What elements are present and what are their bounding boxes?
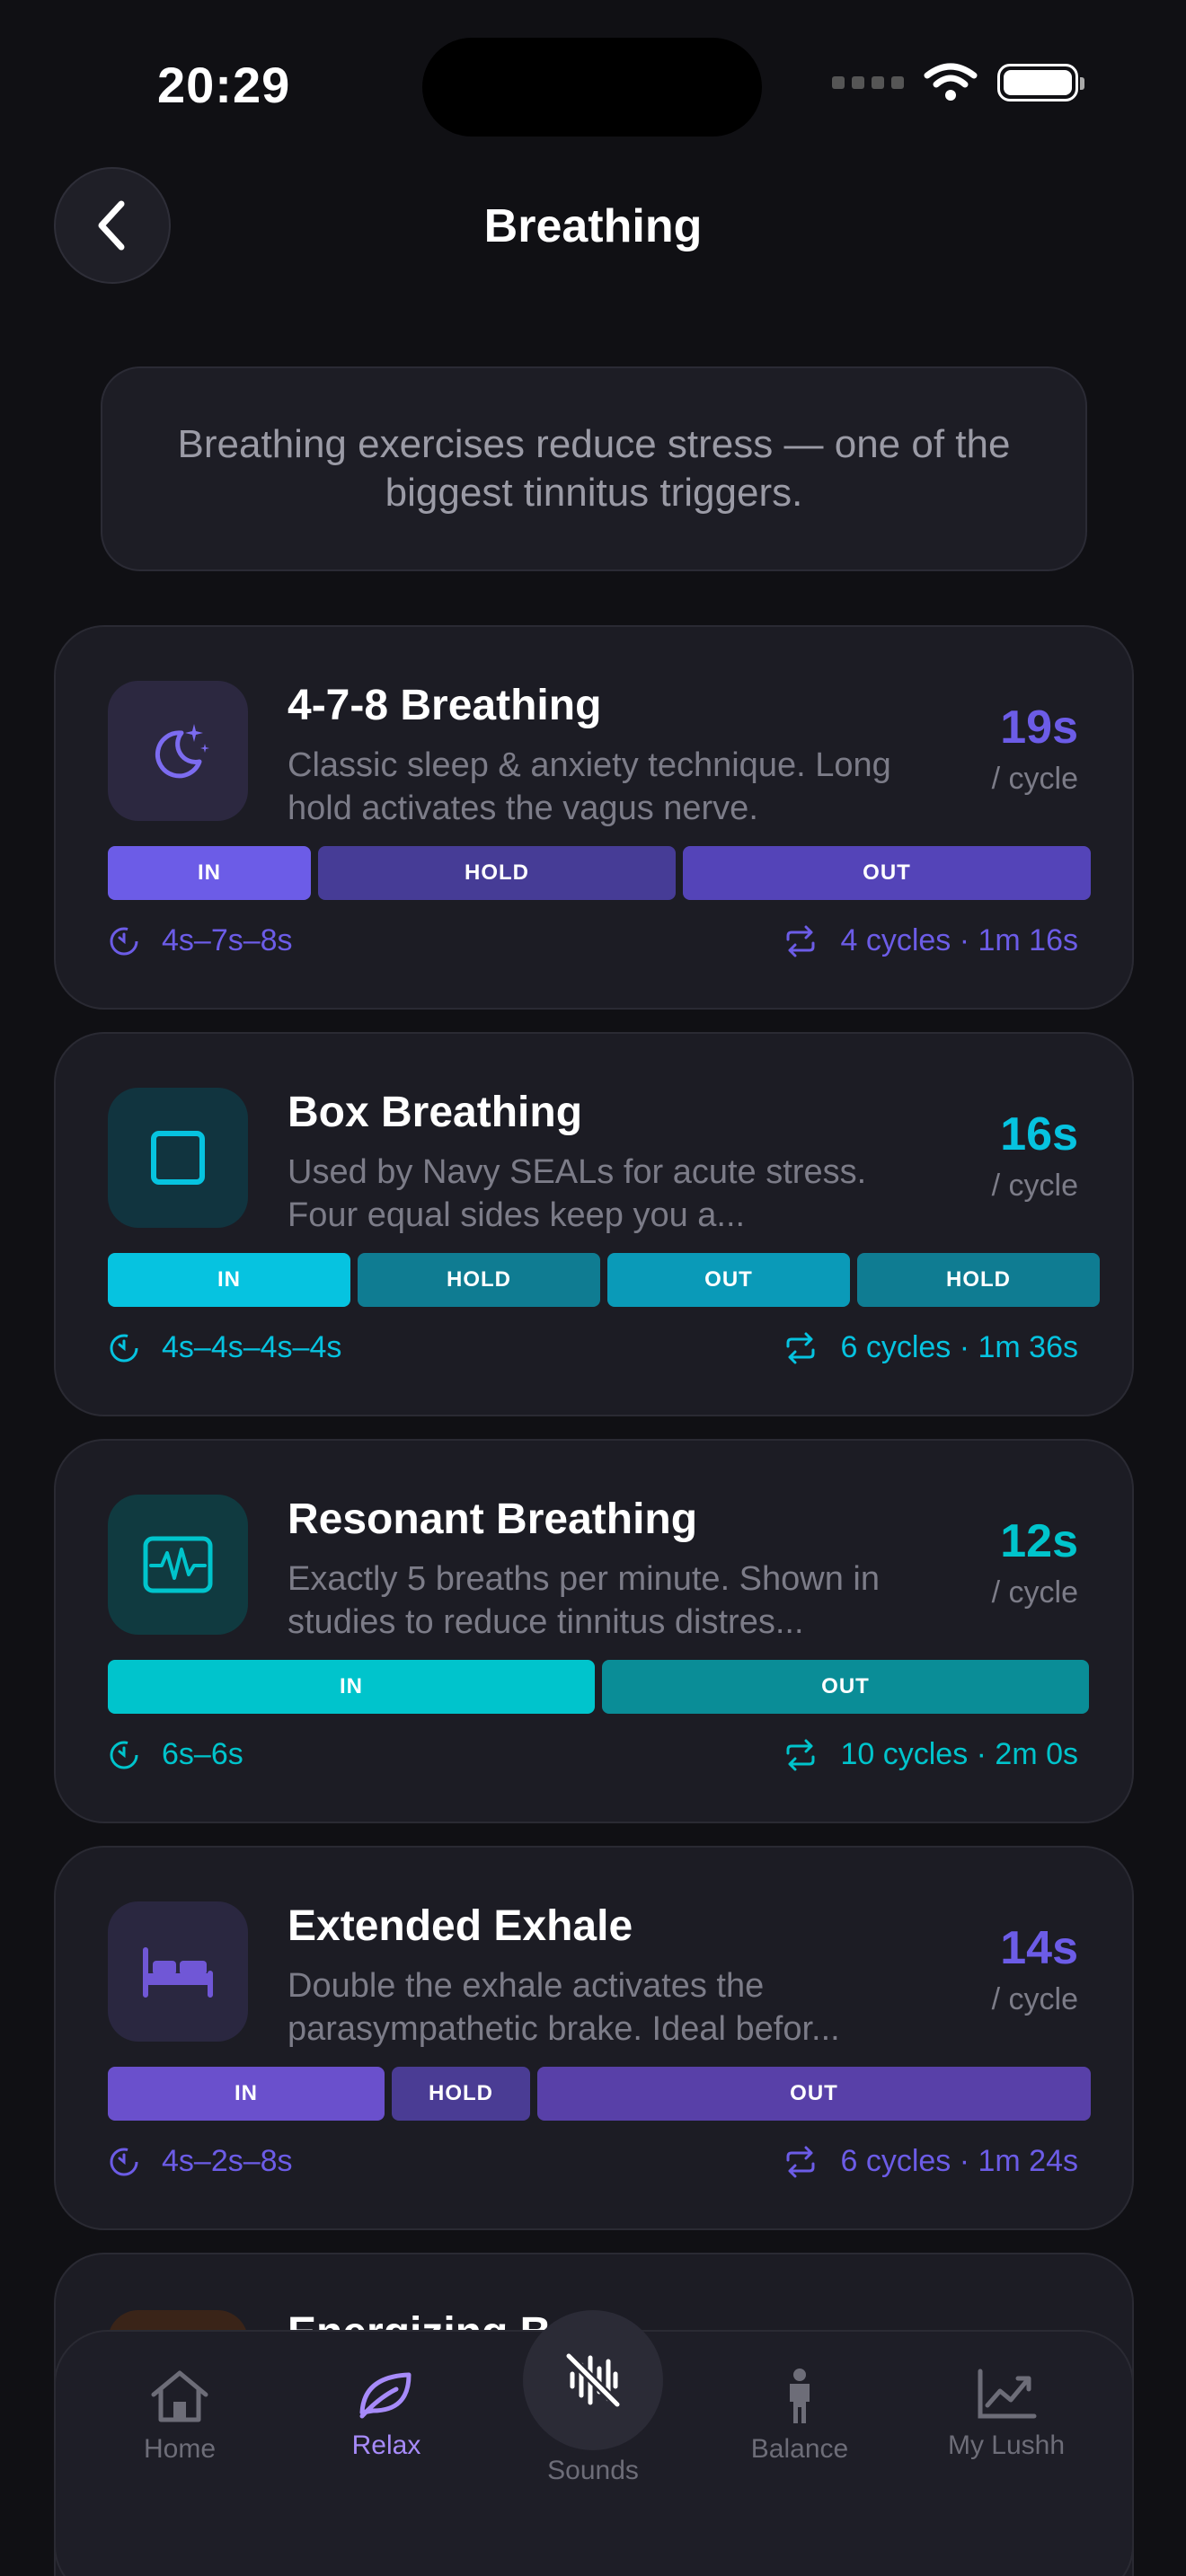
tab-relax[interactable]: Relax [296,2368,476,2461]
phase-bar: IN HOLD OUT HOLD [108,1253,1100,1307]
cycle-duration: 12s [1000,1515,1078,1567]
pattern-info: 4s–4s–4s–4s [108,1330,341,1365]
repeat-icon [786,2146,815,2177]
card-description: Double the exhale activates the parasymp… [288,1967,840,2048]
timer-icon [110,1334,138,1362]
exercise-card-extended-exhale[interactable]: Extended Exhale Double the exhale activa… [54,1846,1134,2230]
cellular-signal-icon [832,76,904,89]
timer-icon [110,2148,138,2175]
phase-hold: HOLD [857,1253,1100,1307]
tab-home[interactable]: Home [90,2368,270,2465]
dynamic-island [422,38,762,137]
phase-in: IN [108,2067,385,2121]
cycle-duration: 14s [1000,1922,1078,1974]
cycle-duration-unit: / cycle [991,1575,1078,1610]
card-description: Exactly 5 breaths per minute. Shown in s… [288,1560,881,1641]
phase-out: OUT [602,1660,1089,1714]
cycles-summary: 4 cycles · 1m 16s [840,923,1078,957]
repeat-icon [786,1332,815,1363]
cycles-summary: 6 cycles · 1m 24s [840,2144,1078,2178]
pattern-info: 4s–7s–8s [108,923,293,958]
tab-label: Balance [750,2434,849,2464]
person-icon [790,2369,810,2423]
tab-label: Relax [351,2430,421,2460]
card-description: Used by Navy SEALs for acute stress. Fou… [288,1153,867,1234]
home-icon [151,2370,208,2422]
tab-label: Home [143,2434,217,2464]
square-icon [151,1131,205,1185]
moon-stars-icon [155,724,209,779]
breath-pattern: 4s–4s–4s–4s [162,1330,342,1364]
tab-label: Sounds [547,2456,639,2485]
status-icons [832,63,1084,102]
card-title: Extended Exhale [288,1902,633,1950]
sound-off-icon [564,2351,622,2409]
tab-balance[interactable]: Balance [710,2368,890,2465]
card-title: 4-7-8 Breathing [288,682,602,729]
repeat-icon [786,1739,815,1770]
cycles-info: 6 cycles · 1m 24s [783,2144,1078,2179]
phase-hold: HOLD [318,846,676,900]
status-bar: 20:29 [0,0,1186,180]
pattern-info: 4s–2s–8s [108,2144,293,2179]
exercise-card-resonant[interactable]: Resonant Breathing Exactly 5 breaths per… [54,1439,1134,1823]
waveform-monitor-icon [143,1536,213,1593]
cycles-info: 4 cycles · 1m 16s [783,923,1078,958]
info-banner: Breathing exercises reduce stress — one … [101,366,1087,571]
chart-up-icon [978,2369,1037,2419]
page-title: Breathing [483,200,703,252]
card-icon-container [108,1495,248,1635]
repeat-icon [786,925,815,957]
sounds-button[interactable] [523,2310,663,2450]
phase-in: IN [108,1253,350,1307]
cycle-duration-unit: / cycle [991,1169,1078,1203]
card-icon-container [108,1088,248,1228]
breath-pattern: 4s–2s–8s [162,2144,293,2178]
exercise-card-box[interactable]: Box Breathing Used by Navy SEALs for acu… [54,1032,1134,1416]
phase-in: IN [108,1660,595,1714]
cycles-summary: 10 cycles · 2m 0s [840,1737,1078,1771]
cycle-duration: 16s [1000,1108,1078,1160]
info-banner-text: Breathing exercises reduce stress — one … [177,422,1011,515]
tab-my-lushh[interactable]: My Lushh [916,2368,1096,2461]
cycle-duration-unit: / cycle [991,762,1078,796]
cycles-info: 6 cycles · 1m 36s [783,1330,1078,1365]
phase-bar: IN HOLD OUT [108,2067,1091,2121]
leaf-icon [359,2372,412,2419]
card-title: Box Breathing [288,1089,583,1136]
breath-pattern: 4s–7s–8s [162,923,293,957]
phase-in: IN [108,846,311,900]
phase-out: OUT [537,2067,1091,2121]
breath-pattern: 6s–6s [162,1737,243,1771]
timer-icon [110,1741,138,1769]
battery-icon [997,64,1084,101]
status-time: 20:29 [157,57,291,113]
wifi-icon [924,63,978,101]
exercise-card-478[interactable]: 4-7-8 Breathing Classic sleep & anxiety … [54,625,1134,1010]
card-description: Classic sleep & anxiety technique. Long … [288,746,891,827]
phase-hold: HOLD [392,2067,530,2121]
cycle-duration: 19s [1000,701,1078,754]
cycle-duration-unit: / cycle [991,1982,1078,2016]
phase-bar: IN OUT [108,1660,1089,1714]
card-icon-container [108,1901,248,2042]
phase-out: OUT [683,846,1091,900]
cycles-info: 10 cycles · 2m 0s [783,1737,1078,1772]
card-title: Resonant Breathing [288,1495,698,1543]
cycles-summary: 6 cycles · 1m 36s [840,1330,1078,1364]
phase-hold: HOLD [358,1253,600,1307]
pattern-info: 6s–6s [108,1737,243,1772]
timer-icon [110,927,138,955]
phase-out: OUT [607,1253,850,1307]
card-icon-container [108,681,248,821]
phase-bar: IN HOLD OUT [108,846,1091,900]
tab-label: My Lushh [947,2430,1066,2460]
bed-icon [143,1947,213,1998]
